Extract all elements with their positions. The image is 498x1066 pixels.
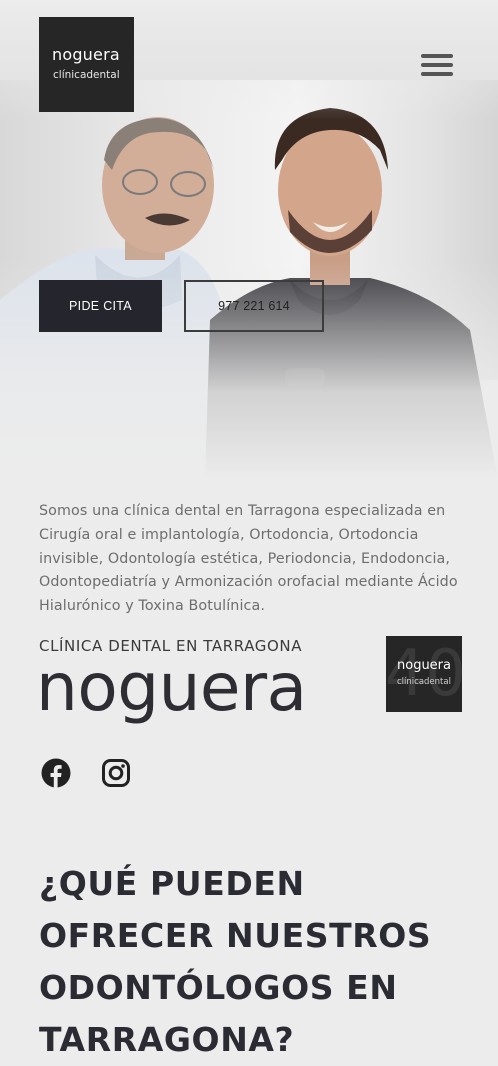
badge-subtitle: clínicadental <box>397 677 451 687</box>
brand-name: noguera <box>36 649 307 726</box>
intro-text: Somos una clínica dental en Tarragona es… <box>39 503 458 615</box>
section-heading: ¿QUÉ PUEDEN OFRECER NUESTROS ODONTÓLOGOS… <box>39 864 432 1059</box>
facebook-icon[interactable] <box>41 758 71 788</box>
logo-name: noguera <box>52 45 120 64</box>
menu-bar <box>421 63 453 67</box>
menu-bar <box>421 54 453 58</box>
badge-name: noguera <box>397 658 451 673</box>
logo-subtitle: clínicadental <box>53 69 120 81</box>
phone-button[interactable]: 977 221 614 <box>184 280 324 332</box>
hamburger-menu-icon[interactable] <box>421 54 453 78</box>
book-appointment-button[interactable]: PIDE CITA <box>39 280 162 332</box>
badge-number: 40 <box>386 637 462 711</box>
site-logo[interactable]: noguera clínicadental <box>39 17 134 112</box>
anniversary-badge: 40 noguera clínicadental <box>386 636 462 712</box>
menu-bar <box>421 72 453 76</box>
instagram-icon[interactable] <box>101 758 131 788</box>
